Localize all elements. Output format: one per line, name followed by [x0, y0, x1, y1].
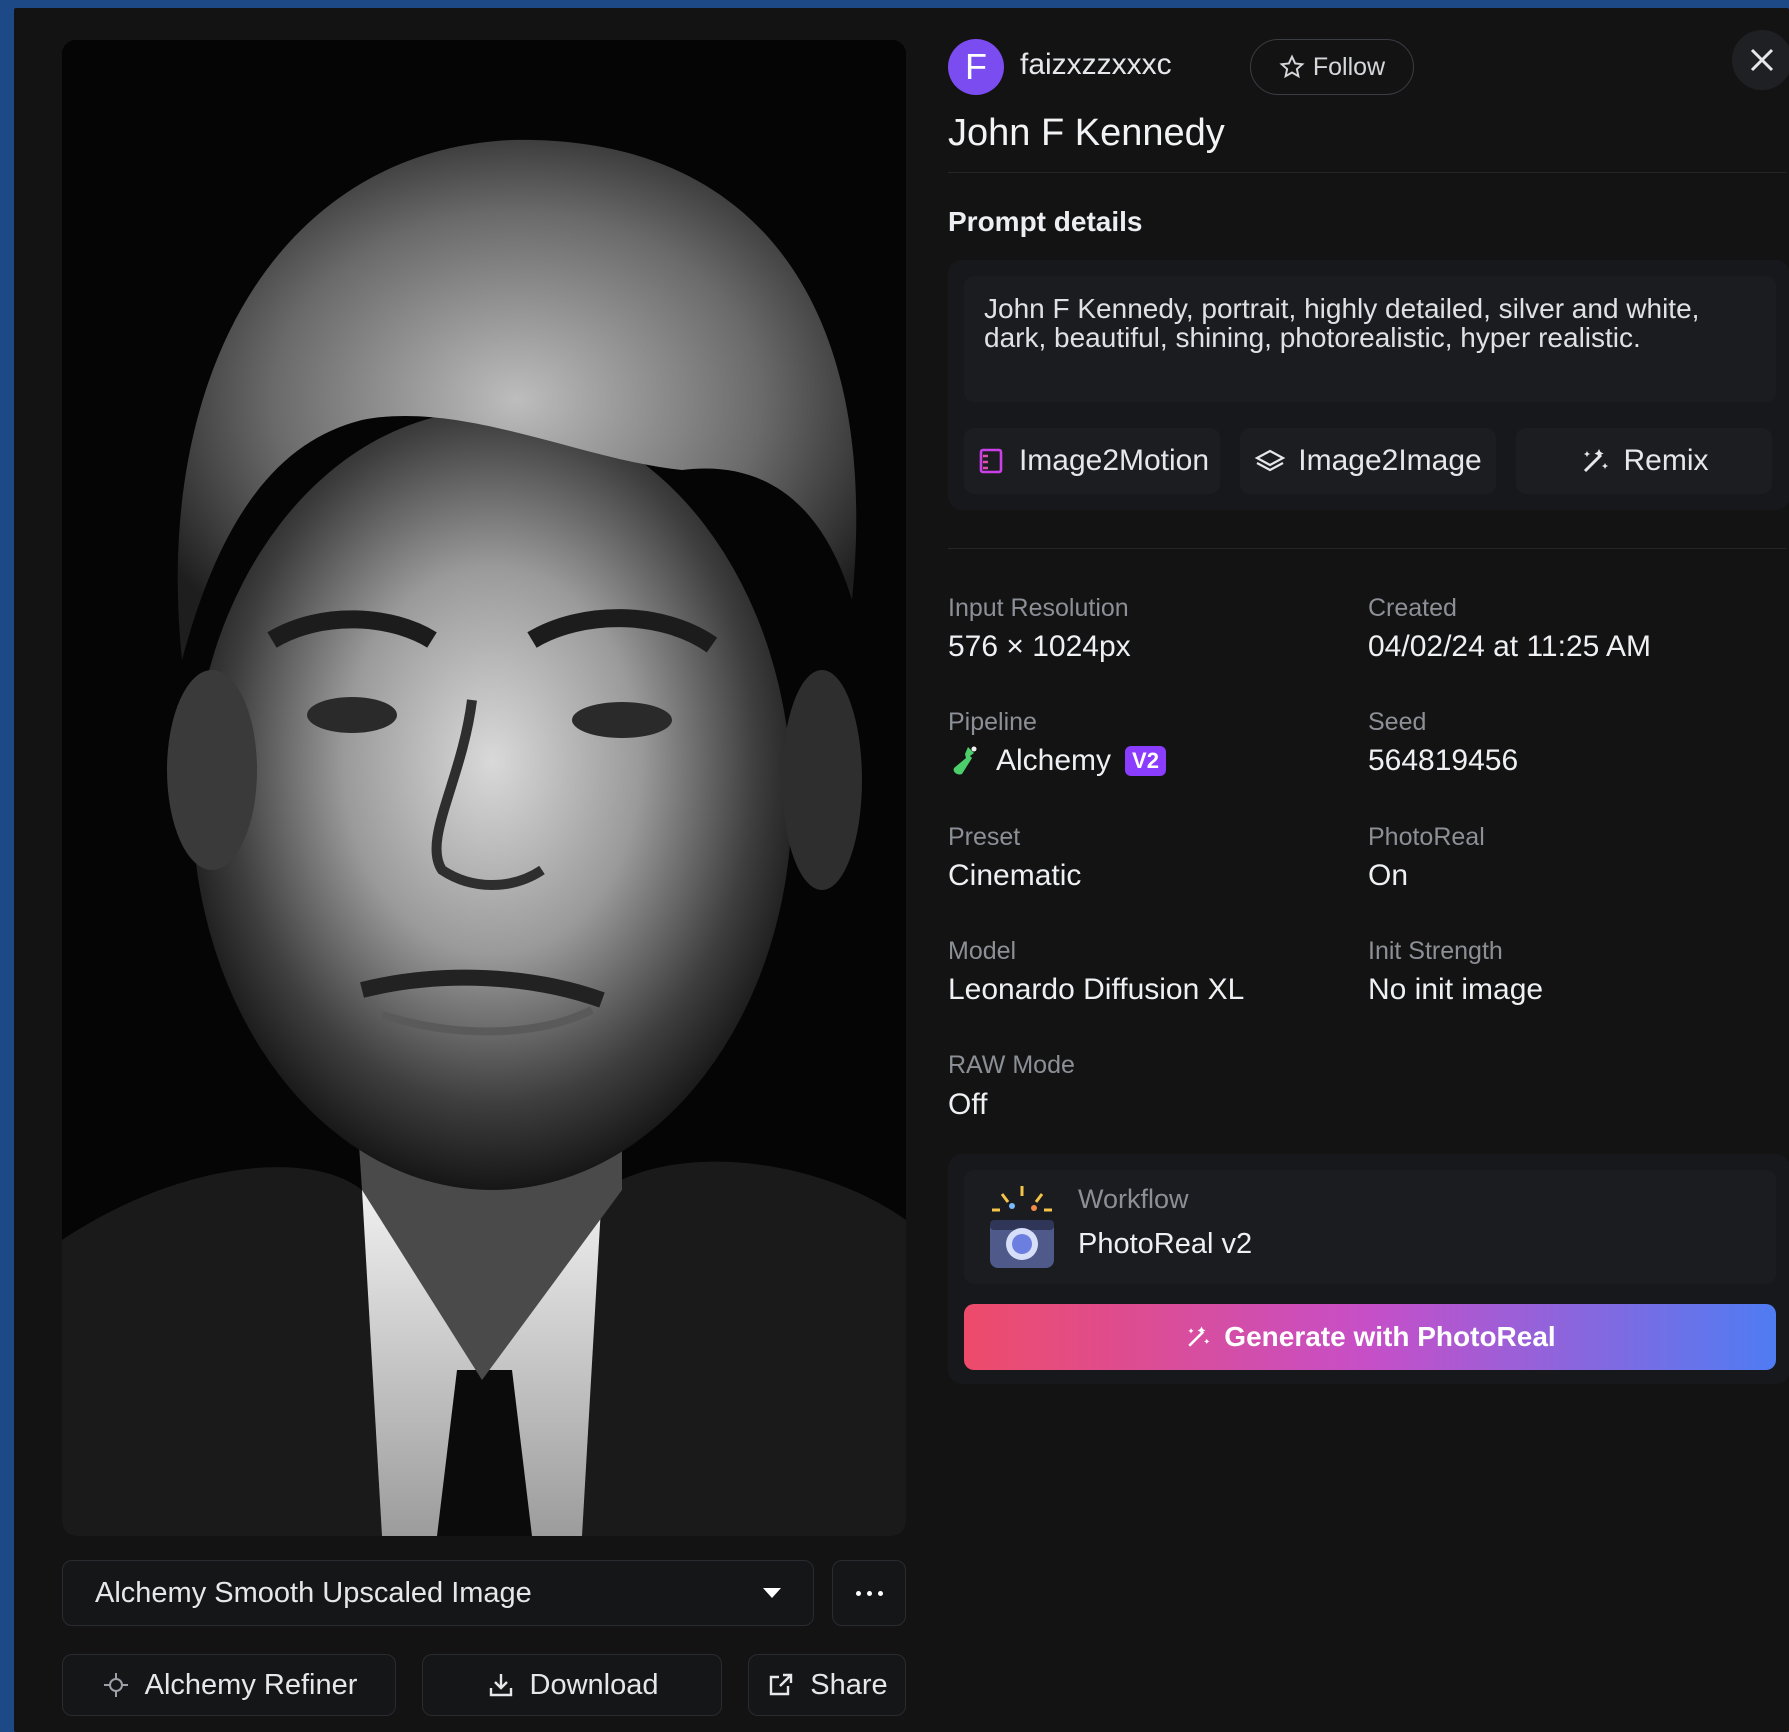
remix-label: Remix: [1623, 444, 1709, 477]
image-variant-select[interactable]: Alchemy Smooth Upscaled Image: [62, 1560, 814, 1626]
workflow-value: PhotoReal v2: [1078, 1228, 1253, 1260]
raw-mode-value: Off: [948, 1088, 988, 1121]
follow-label: Follow: [1312, 52, 1386, 81]
init-strength-value: No init image: [1368, 973, 1544, 1006]
generate-with-photoreal-button[interactable]: Generate with PhotoReal: [964, 1304, 1776, 1370]
generated-portrait-image[interactable]: [62, 40, 906, 1536]
portrait-illustration: [62, 40, 906, 1536]
image-detail-modal: Alchemy Smooth Upscaled Image Alchemy Re…: [14, 8, 1789, 1732]
avatar[interactable]: F: [948, 39, 1004, 95]
more-dots-icon: [877, 1590, 883, 1596]
star-icon: [1279, 54, 1305, 79]
magic-wand-icon: [1188, 1326, 1210, 1347]
workflow-info: Workflow PhotoReal v2: [964, 1170, 1776, 1284]
preset-value: Cinematic: [948, 859, 1082, 892]
seed-value: 564819456: [1368, 744, 1519, 777]
divider: [948, 172, 1786, 173]
model-value: Leonardo Diffusion XL: [948, 973, 1245, 1006]
more-options-button[interactable]: [832, 1560, 906, 1626]
divider: [948, 548, 1786, 549]
layers-icon: [1254, 449, 1286, 472]
magic-wand-icon: [1584, 449, 1609, 473]
workflow-label: Workflow: [1078, 1184, 1189, 1214]
image2motion-label: Image2Motion: [1018, 444, 1210, 477]
image2motion-button[interactable]: Image2Motion: [964, 428, 1220, 494]
seed-label: Seed: [1368, 708, 1427, 736]
image2image-button[interactable]: Image2Image: [1240, 428, 1496, 494]
alchemy-refiner-button[interactable]: Alchemy Refiner: [62, 1654, 396, 1716]
photoreal-value: On: [1368, 859, 1409, 892]
more-dots-icon: [866, 1590, 872, 1596]
input-resolution-value: 576 × 1024px: [948, 630, 1131, 663]
chevron-down-icon: [763, 1588, 781, 1598]
version-badge: V2: [1125, 746, 1166, 776]
share-button[interactable]: Share: [748, 1654, 906, 1716]
raw-mode-label: RAW Mode: [948, 1051, 1075, 1079]
download-label: Download: [529, 1668, 659, 1701]
download-icon: [489, 1674, 512, 1697]
init-strength-label: Init Strength: [1368, 937, 1503, 965]
model-label: Model: [948, 937, 1017, 965]
follow-button[interactable]: Follow: [1250, 39, 1414, 95]
close-button[interactable]: [1732, 30, 1789, 90]
generate-label: Generate with PhotoReal: [1224, 1321, 1556, 1352]
share-icon: [770, 1673, 793, 1696]
refiner-icon: [103, 1673, 128, 1697]
preset-label: Preset: [948, 823, 1021, 851]
input-resolution-label: Input Resolution: [948, 594, 1129, 622]
alchemy-flask-icon: [953, 746, 977, 775]
photoreal-label: PhotoReal: [1368, 823, 1485, 851]
camera-icon: [990, 1186, 1054, 1268]
film-icon: [979, 448, 1003, 474]
pipeline-name: Alchemy: [996, 744, 1112, 777]
image2image-label: Image2Image: [1298, 444, 1482, 477]
created-label: Created: [1368, 594, 1457, 622]
page-title: John F Kennedy: [948, 112, 1225, 154]
share-label: Share: [810, 1668, 888, 1701]
more-dots-icon: [855, 1590, 861, 1596]
prompt-details-heading: Prompt details: [948, 206, 1143, 237]
remix-button[interactable]: Remix: [1516, 428, 1772, 494]
username[interactable]: faizxzzxxxc: [1020, 48, 1172, 82]
variant-select-label: Alchemy Smooth Upscaled Image: [95, 1576, 532, 1609]
close-icon: [1750, 48, 1774, 72]
alchemy-refiner-label: Alchemy Refiner: [144, 1668, 358, 1701]
pipeline-value: Alchemy V2: [948, 744, 1166, 778]
prompt-text: John F Kennedy, portrait, highly detaile…: [964, 276, 1776, 402]
pipeline-label: Pipeline: [948, 708, 1037, 736]
download-button[interactable]: Download: [422, 1654, 722, 1716]
created-value: 04/02/24 at 11:25 AM: [1368, 630, 1651, 663]
